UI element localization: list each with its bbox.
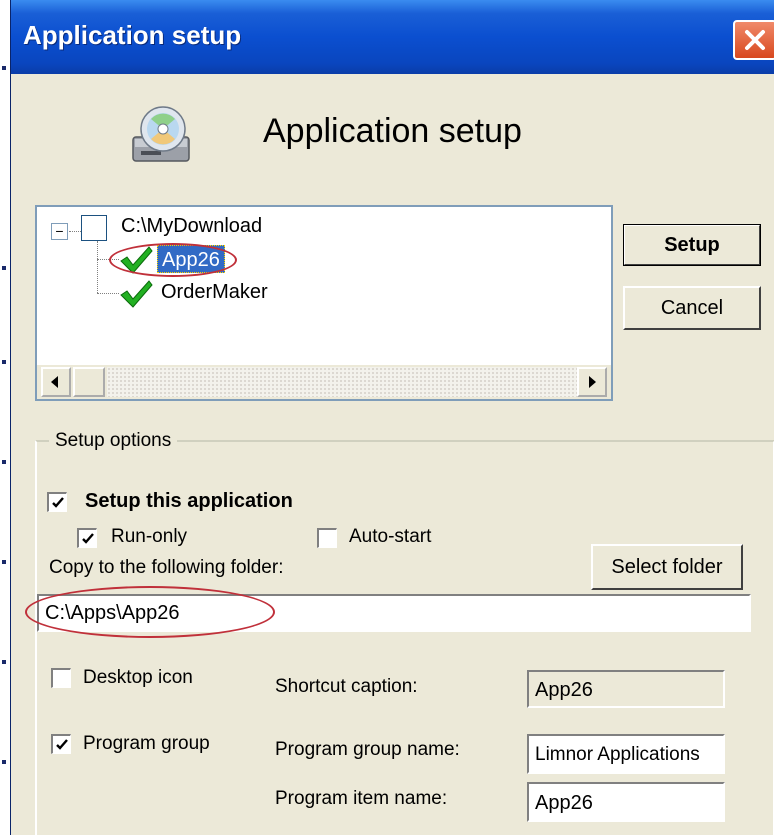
shortcut-caption-label: Shortcut caption: (275, 676, 418, 697)
program-group-name-label: Program group name: (275, 739, 460, 760)
tree-connector (97, 293, 119, 294)
checkmark-icon (56, 739, 68, 750)
setup-this-application-checkbox[interactable] (47, 492, 67, 512)
edge-mark (2, 660, 6, 664)
edge-mark (2, 266, 6, 270)
edge-mark (2, 460, 6, 464)
scroll-left-button[interactable] (41, 367, 71, 397)
close-icon (745, 30, 765, 50)
tree-root-checkbox[interactable] (81, 215, 107, 241)
checkmark-icon (52, 497, 64, 508)
tree-connector (97, 241, 98, 293)
scroll-track[interactable] (107, 367, 577, 397)
scroll-thumb[interactable] (73, 367, 105, 397)
highlight-ellipse (109, 243, 237, 277)
title-bar[interactable]: Application setup (11, 0, 774, 74)
edge-mark (2, 66, 6, 70)
application-setup-dialog: Application setup Application setup − C:… (10, 0, 774, 840)
window-title: Application setup (23, 20, 242, 50)
edge-mark (2, 360, 6, 364)
edge-mark (2, 760, 6, 764)
program-group-label: Program group (83, 733, 210, 754)
program-item-name-label: Program item name: (275, 788, 448, 809)
program-group-name-input[interactable]: Limnor Applications (527, 734, 725, 774)
close-button[interactable] (733, 20, 774, 60)
highlight-ellipse (25, 586, 275, 638)
desktop-icon-checkbox[interactable] (51, 668, 71, 688)
edge-mark (2, 560, 6, 564)
scroll-right-button[interactable] (577, 367, 607, 397)
background-strip (0, 0, 10, 835)
tree-connector (69, 231, 81, 232)
setup-this-application-label: Setup this application (85, 490, 293, 512)
green-check-icon[interactable] (119, 279, 153, 314)
setup-button[interactable]: Setup (623, 224, 761, 266)
copy-folder-label: Copy to the following folder: (49, 557, 284, 578)
select-folder-button[interactable]: Select folder (591, 544, 743, 590)
tree-item-ordermaker[interactable]: OrderMaker (161, 281, 268, 304)
desktop-icon-label: Desktop icon (83, 667, 193, 688)
auto-start-label: Auto-start (349, 526, 432, 547)
program-group-checkbox[interactable] (51, 734, 71, 754)
checkmark-icon (82, 533, 94, 544)
tree-collapse-toggle[interactable]: − (51, 223, 68, 240)
horizontal-scrollbar[interactable] (37, 365, 611, 399)
application-tree[interactable]: − C:\MyDownload App26 OrderMaker (35, 205, 613, 401)
program-item-name-input[interactable]: App26 (527, 782, 725, 822)
scroll-right-icon (589, 376, 596, 388)
tree-root-label: C:\MyDownload (121, 215, 263, 237)
setup-options-title: Setup options (49, 430, 178, 452)
auto-start-checkbox[interactable] (317, 528, 337, 548)
cancel-button[interactable]: Cancel (623, 286, 761, 330)
header-title: Application setup (263, 112, 522, 150)
scroll-left-icon (51, 376, 58, 388)
run-only-label: Run-only (111, 526, 188, 547)
run-only-checkbox[interactable] (77, 528, 97, 548)
cd-install-icon (129, 105, 197, 172)
shortcut-caption-field[interactable]: App26 (527, 670, 725, 708)
